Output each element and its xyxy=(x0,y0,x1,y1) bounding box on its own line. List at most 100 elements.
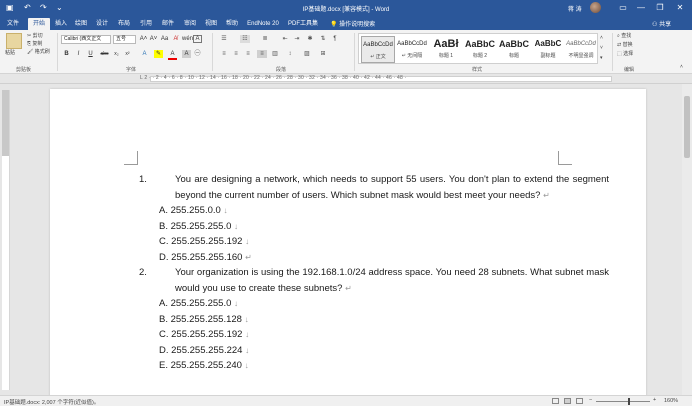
question-1[interactable]: 1. You are designing a network, which ne… xyxy=(139,172,609,203)
user-name[interactable]: 蒋 涛 xyxy=(568,4,582,13)
sort-icon[interactable]: ⇅ xyxy=(318,35,328,43)
tab-mailings[interactable]: 邮件 xyxy=(159,18,177,30)
paste-button[interactable]: 粘贴 xyxy=(5,50,15,57)
option-item[interactable]: A. 255.255.255.0 ↓ xyxy=(159,296,614,312)
select-button[interactable]: ⬚ 选择 xyxy=(617,51,633,58)
zoom-slider-handle[interactable] xyxy=(628,398,631,405)
chinese-layout-icon[interactable]: ✱ xyxy=(305,35,315,43)
user-avatar[interactable] xyxy=(590,2,601,13)
font-name-box[interactable]: Calibri (西文正文 xyxy=(61,35,111,44)
vertical-ruler[interactable] xyxy=(2,90,10,390)
web-layout-icon[interactable] xyxy=(576,398,583,404)
close-icon[interactable]: ✕ xyxy=(671,2,689,14)
tab-view[interactable]: 视图 xyxy=(202,18,220,30)
tab-references[interactable]: 引用 xyxy=(137,18,155,30)
option-item[interactable]: A. 255.255.0.0 ↓ xyxy=(159,203,614,219)
tab-file[interactable]: 文件 xyxy=(2,18,24,30)
tab-insert[interactable]: 插入 xyxy=(52,18,70,30)
zoom-slider[interactable] xyxy=(596,401,650,402)
tab-pdf-tools[interactable]: PDF工具集 xyxy=(285,18,321,30)
restore-icon[interactable]: ❐ xyxy=(651,2,669,14)
clear-formatting-icon[interactable]: A̸ xyxy=(171,35,180,43)
grow-font-icon[interactable]: A˄ xyxy=(139,35,148,43)
numbering-icon[interactable]: ☷ xyxy=(240,35,250,43)
tab-review[interactable]: 审阅 xyxy=(181,18,199,30)
underline-icon[interactable]: U xyxy=(86,50,95,58)
distributed-icon[interactable]: ▥ xyxy=(270,50,280,58)
copy-button[interactable]: ⎘ 复制 xyxy=(27,41,42,48)
tab-endnote[interactable]: EndNote 20 xyxy=(245,18,281,30)
phonetic-guide-icon[interactable]: wén xyxy=(182,35,193,43)
option-item[interactable]: C. 255.255.255.192 ↓ xyxy=(159,327,614,343)
highlight-icon[interactable]: ✎ xyxy=(154,50,163,58)
style-normal[interactable]: AaBbCcDd ↵ 正文 xyxy=(361,36,395,63)
style-title[interactable]: AaBbC 标题 xyxy=(497,36,531,63)
option-item[interactable]: C. 255.255.255.192 ↓ xyxy=(159,234,614,250)
align-right-icon[interactable]: ≡ xyxy=(243,50,253,58)
styles-scroll-down-icon[interactable]: ˅ xyxy=(600,45,603,52)
subscript-icon[interactable]: x₂ xyxy=(112,50,121,58)
tab-home[interactable]: 开始 xyxy=(28,18,50,30)
word-count-status[interactable]: IP基础题.docx: 2,007 个字符(近似值)。 xyxy=(4,398,99,406)
style-subtle-emphasis[interactable]: AaBbCcDd 不明显强调 xyxy=(564,36,598,63)
ribbon-display-options-icon[interactable]: ▭ xyxy=(614,2,632,14)
document-page[interactable]: 1. You are designing a network, which ne… xyxy=(50,89,646,399)
enclose-characters-icon[interactable]: ㊀ xyxy=(193,50,202,58)
print-layout-icon[interactable] xyxy=(564,398,571,404)
style-no-spacing[interactable]: AaBbCcDd ↵ 无间隔 xyxy=(395,36,429,63)
question-2[interactable]: 2. Your organization is using the 192.16… xyxy=(139,265,609,296)
replace-button[interactable]: ⇄ 替换 xyxy=(617,42,633,49)
option-item[interactable]: B. 255.255.255.0 ↓ xyxy=(159,219,614,235)
option-item[interactable]: B. 255.255.255.128 ↓ xyxy=(159,312,614,328)
find-button[interactable]: ⌕ 查找 xyxy=(617,33,631,40)
styles-scroll-up-icon[interactable]: ˄ xyxy=(600,35,603,42)
focus-mode-icon[interactable] xyxy=(552,398,559,404)
font-color-icon[interactable]: A xyxy=(168,50,177,60)
align-center-icon[interactable]: ≡ xyxy=(231,50,241,58)
cut-button[interactable]: ✂ 剪切 xyxy=(27,33,43,40)
multilevel-list-icon[interactable]: ≣ xyxy=(260,35,270,43)
character-border-icon[interactable]: A xyxy=(193,35,202,43)
format-painter-button[interactable]: 🖌 格式刷 xyxy=(27,49,50,56)
tell-me-search[interactable]: 💡 操作说明搜索 xyxy=(330,19,375,28)
shrink-font-icon[interactable]: A˅ xyxy=(149,35,158,43)
tab-design[interactable]: 设计 xyxy=(93,18,111,30)
minimize-icon[interactable]: — xyxy=(632,2,650,14)
zoom-level[interactable]: 160% xyxy=(664,398,678,404)
font-size-box[interactable]: 五号 xyxy=(113,35,136,44)
style-heading-2[interactable]: AaBbC 标题 2 xyxy=(463,36,497,63)
text-effects-icon[interactable]: A xyxy=(140,50,149,58)
change-case-icon[interactable]: Aa xyxy=(160,35,169,43)
strikethrough-icon[interactable]: abc xyxy=(99,50,110,58)
bullets-icon[interactable]: ☰ xyxy=(219,35,229,43)
style-heading-1[interactable]: AaBł 标题 1 xyxy=(429,36,463,63)
justify-icon[interactable]: ≡ xyxy=(257,50,267,58)
option-item[interactable]: D. 255.255.255.224 ↓ xyxy=(159,343,614,359)
horizontal-ruler[interactable]: L 2 · · 2 · 4 · 6 · 8 · 10 · 12 · 14 · 1… xyxy=(0,74,692,84)
show-marks-icon[interactable]: ¶ xyxy=(330,35,340,43)
vertical-scrollbar[interactable] xyxy=(682,84,692,395)
zoom-in-icon[interactable]: + xyxy=(653,397,656,403)
increase-indent-icon[interactable]: ⇥ xyxy=(292,35,302,43)
style-subtitle[interactable]: AaBbC 副标题 xyxy=(531,36,565,63)
tab-draw[interactable]: 绘图 xyxy=(72,18,90,30)
collapse-ribbon-icon[interactable]: ˄ xyxy=(680,64,683,71)
decrease-indent-icon[interactable]: ⇤ xyxy=(280,35,290,43)
bold-icon[interactable]: B xyxy=(62,50,71,58)
styles-more-icon[interactable]: ▾ xyxy=(600,55,603,62)
tab-help[interactable]: 帮助 xyxy=(223,18,241,30)
character-shading-icon[interactable]: A xyxy=(182,50,191,58)
borders-icon[interactable]: ⊞ xyxy=(318,50,328,58)
zoom-out-icon[interactable]: − xyxy=(589,397,592,403)
superscript-icon[interactable]: x² xyxy=(123,50,132,58)
paste-icon[interactable] xyxy=(6,33,22,49)
italic-icon[interactable]: I xyxy=(74,50,83,58)
share-button[interactable]: ⚇ 共享 xyxy=(652,19,671,28)
line-spacing-icon[interactable]: ↕ xyxy=(285,50,295,58)
option-item[interactable]: D. 255.255.255.160 ↵ xyxy=(159,250,614,266)
align-left-icon[interactable]: ≡ xyxy=(219,50,229,58)
scrollbar-thumb[interactable] xyxy=(684,96,690,158)
option-item[interactable]: E. 255.255.255.240 ↓ xyxy=(159,358,614,374)
shading-icon[interactable]: ▨ xyxy=(302,50,312,58)
tab-layout[interactable]: 布局 xyxy=(115,18,133,30)
